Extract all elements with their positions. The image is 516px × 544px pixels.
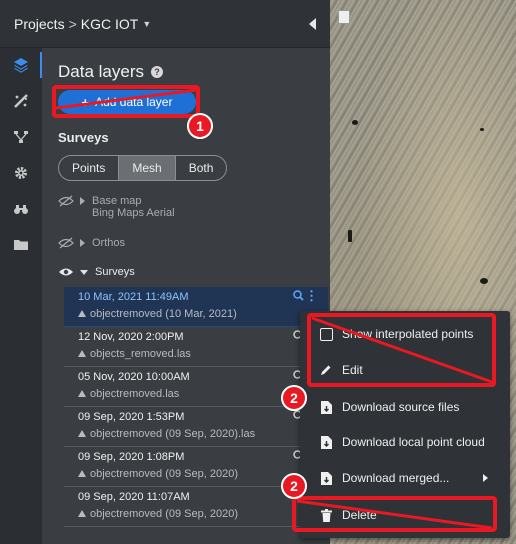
expand-arrow-icon[interactable] bbox=[80, 239, 85, 247]
menu-label: Show interpolated points bbox=[342, 327, 474, 341]
surveys-layer-label: Surveys bbox=[95, 266, 135, 278]
zoom-to-icon[interactable] bbox=[293, 290, 304, 301]
context-menu: Show interpolated points Edit Download s… bbox=[300, 311, 510, 538]
expand-arrow-icon[interactable] bbox=[80, 197, 85, 205]
survey-date: 10 Mar, 2021 11:49AM bbox=[78, 291, 189, 303]
menu-download-local-point-cloud[interactable]: Download local point cloud bbox=[300, 429, 510, 455]
file-download-icon bbox=[320, 471, 332, 485]
map-feature bbox=[348, 230, 352, 242]
base-map-title: Base map bbox=[92, 195, 142, 207]
gear-icon[interactable] bbox=[0, 156, 42, 190]
eye-icon[interactable] bbox=[58, 266, 74, 278]
menu-delete[interactable]: Delete bbox=[300, 502, 510, 528]
panel-title: Data layers bbox=[58, 62, 144, 81]
menu-label: Delete bbox=[342, 508, 377, 522]
mesh-icon bbox=[78, 350, 86, 357]
mesh-icon bbox=[78, 430, 86, 437]
menu-show-interpolated-points[interactable]: Show interpolated points bbox=[300, 321, 510, 347]
layers-icon[interactable] bbox=[0, 48, 42, 82]
view-mode-toggle: Points Mesh Both bbox=[58, 155, 228, 181]
annotation-badge-2: 2 bbox=[281, 473, 307, 499]
file-download-icon bbox=[320, 400, 332, 414]
data-layers-panel: Data layers ? + Add data layer Surveys P… bbox=[42, 48, 330, 544]
help-icon[interactable]: ? bbox=[150, 66, 163, 78]
menu-label: Download source files bbox=[342, 400, 460, 414]
top-bar: Projects > KGC IOT ▼ bbox=[0, 0, 330, 48]
trash-icon bbox=[320, 508, 332, 522]
annotation-badge-1: 1 bbox=[187, 113, 213, 139]
survey-date: 09 Sep, 2020 1:53PM bbox=[78, 411, 185, 423]
mesh-icon bbox=[78, 510, 86, 517]
survey-file: objectremoved (09 Sep, 2020) bbox=[78, 507, 328, 521]
icon-rail bbox=[0, 48, 42, 544]
eye-hidden-icon[interactable] bbox=[58, 237, 74, 249]
measure-tools-icon[interactable] bbox=[0, 84, 42, 118]
survey-row[interactable]: 09 Sep, 2020 1:53PM objectremoved (09 Se… bbox=[64, 407, 328, 447]
map-feature bbox=[480, 278, 488, 284]
plus-icon: + bbox=[81, 94, 90, 110]
menu-label: Edit bbox=[342, 363, 363, 377]
collapse-arrow-icon[interactable] bbox=[80, 270, 88, 275]
base-map-subtitle: Bing Maps Aerial bbox=[92, 207, 175, 219]
add-data-layer-button[interactable]: + Add data layer bbox=[58, 90, 196, 114]
orthos-label: Orthos bbox=[92, 237, 126, 249]
layer-orthos[interactable]: Orthos bbox=[58, 237, 125, 249]
survey-date: 09 Sep, 2020 1:08PM bbox=[78, 451, 185, 463]
eye-hidden-icon[interactable] bbox=[58, 195, 74, 207]
mesh-icon bbox=[78, 390, 86, 397]
survey-date: 12 Nov, 2020 2:00PM bbox=[78, 331, 184, 343]
broken-image-icon bbox=[338, 10, 350, 24]
mesh-icon bbox=[78, 310, 86, 317]
mesh-icon bbox=[78, 470, 86, 477]
breadcrumb-projects[interactable]: Projects bbox=[14, 16, 65, 32]
chevron-down-icon[interactable]: ▼ bbox=[142, 19, 151, 29]
survey-row[interactable]: 12 Nov, 2020 2:00PM objects_removed.las bbox=[64, 327, 328, 367]
survey-file: objectremoved (09 Sep, 2020).las bbox=[78, 427, 328, 441]
annotation-badge-2: 2 bbox=[281, 385, 307, 411]
folder-icon[interactable] bbox=[0, 228, 42, 262]
survey-file: objectremoved (10 Mar, 2021) bbox=[78, 307, 328, 321]
surveys-heading: Surveys bbox=[58, 130, 109, 145]
menu-label: Download merged... bbox=[342, 471, 450, 485]
map-feature bbox=[480, 128, 484, 131]
network-icon[interactable] bbox=[0, 120, 42, 154]
breadcrumb-separator: > bbox=[68, 15, 77, 32]
menu-label: Download local point cloud bbox=[342, 435, 485, 449]
toggle-both[interactable]: Both bbox=[176, 156, 227, 180]
checkbox-icon[interactable] bbox=[319, 327, 333, 341]
menu-download-source-files[interactable]: Download source files bbox=[300, 394, 510, 420]
submenu-arrow-icon bbox=[483, 474, 488, 482]
file-download-icon bbox=[320, 435, 332, 449]
breadcrumb-project[interactable]: KGC IOT bbox=[81, 16, 139, 32]
survey-date: 05 Nov, 2020 10:00AM bbox=[78, 371, 190, 383]
survey-row[interactable]: 10 Mar, 2021 11:49AM objectremoved (10 M… bbox=[64, 287, 328, 327]
layer-base-map[interactable]: Base map Bing Maps Aerial bbox=[58, 195, 175, 219]
layer-surveys[interactable]: Surveys bbox=[58, 266, 135, 278]
pencil-icon bbox=[321, 365, 331, 375]
survey-file: objects_removed.las bbox=[78, 347, 328, 361]
toggle-mesh[interactable]: Mesh bbox=[119, 156, 176, 180]
menu-edit[interactable]: Edit bbox=[300, 357, 510, 383]
binoculars-icon[interactable] bbox=[0, 192, 42, 226]
more-options-icon[interactable]: ⋮ bbox=[305, 289, 318, 302]
add-data-layer-label: Add data layer bbox=[95, 95, 173, 109]
menu-download-merged[interactable]: Download merged... bbox=[300, 465, 510, 491]
toggle-points[interactable]: Points bbox=[59, 156, 120, 180]
map-feature bbox=[352, 120, 358, 125]
collapse-panel-icon[interactable] bbox=[309, 18, 316, 30]
